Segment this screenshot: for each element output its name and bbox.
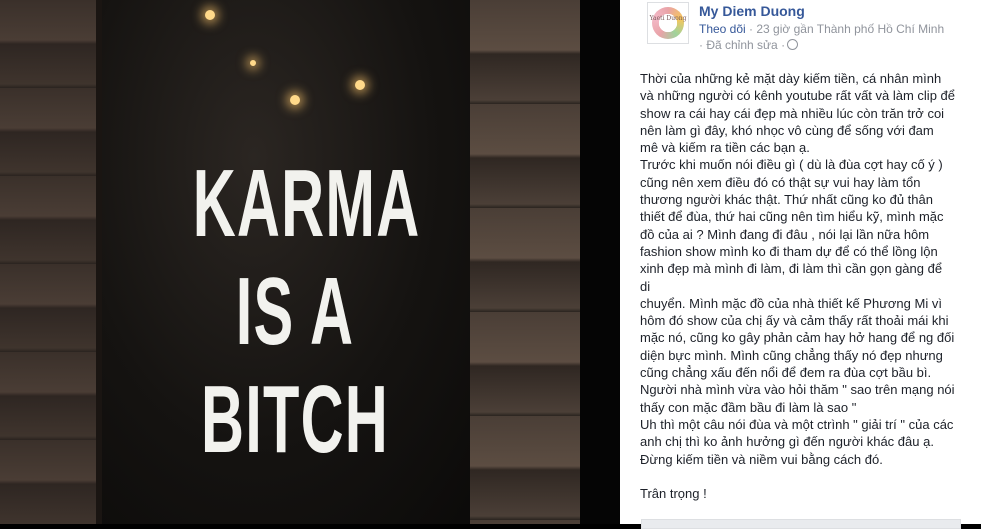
sign-line-2: IS A [235, 258, 355, 365]
post-line: Người nhà mình vừa vào hỏi thăm " sao tr… [640, 382, 955, 398]
post-line: thiết để đùa, thứ hai cũng nên tìm hiểu … [640, 209, 944, 225]
post-line: hôm đó show của chị ấy và cảm thấy rất t… [640, 313, 949, 329]
post-photo[interactable]: KARMA IS A BITCH [0, 0, 580, 524]
post-line: cũng chẳng xấu đến nổi để đem ra đùa cợt… [640, 365, 932, 381]
ceiling-light [355, 80, 365, 90]
avatar-label: Yaeti Dưong [649, 15, 687, 22]
post-line: thấy con mặc đầm bầu đi làm là sao " [640, 399, 857, 415]
post-line: show ra cái hay cái đẹp mà nhiều lúc còn… [640, 105, 945, 121]
post-line: và những người có kênh youtube rất vất v… [640, 88, 955, 104]
post-line: thương người khác thật. Thứ nhất cũng ko… [640, 192, 933, 208]
post-line: mặc nó, cũng ko gây phản cảm hay hở hang… [640, 330, 955, 346]
sign-text: KARMA IS A BITCH [130, 150, 460, 474]
post-line: xinh đẹp mà mình đi làm, đi làm thì cần … [640, 261, 943, 294]
flower-wreath-icon [652, 7, 684, 39]
edited-label[interactable]: · Đã chỉnh sửa · [699, 38, 785, 52]
post-meta: Theo dõi · 23 giờ gần Thành phố Hồ Chí M… [699, 22, 944, 36]
post-line: Trước khi muốn nói điều gì ( dù là đùa c… [640, 157, 943, 173]
post-line: chuyển. Mình mặc đồ của nhà thiết kế Phư… [640, 295, 942, 311]
post-line: đồ của ai ? Mình đang đi đâu , nói lại l… [640, 226, 930, 242]
avatar[interactable]: Yaeti Dưong [647, 2, 689, 44]
post-signoff: Trân trọng ! [640, 485, 707, 501]
post-body: Thời của những kẻ mặt dày kiếm tiền, cá … [640, 70, 955, 502]
ceiling-light [250, 60, 256, 66]
globe-icon[interactable] [787, 39, 799, 50]
post-line: mê và kiếm ra tiền các bạn ạ. [640, 140, 810, 156]
post-line: Đừng kiếm tiền và niềm vui bằng cách đó. [640, 451, 883, 467]
follow-link[interactable]: Theo dõi [699, 22, 746, 36]
sign-line-3: BITCH [200, 366, 390, 473]
post-line: cũng nên xem điều đó có thật sự vui hay … [640, 174, 921, 190]
ceiling-light [205, 10, 215, 20]
post-line: Uh thì một câu nói đùa và một ctrình " g… [640, 416, 954, 432]
stone-pillar-left [0, 0, 100, 524]
time-location[interactable]: · 23 giờ gần Thành phố Hồ Chí Minh [749, 22, 944, 36]
attachment-card[interactable] [641, 519, 961, 529]
photo-viewer: KARMA IS A BITCH [0, 0, 620, 524]
post-line: diện bực mình. Mình cũng chẳng thấy nó đ… [640, 347, 943, 363]
sign-line-1: KARMA [192, 150, 421, 257]
post-meta-edited: · Đã chỉnh sửa · [699, 38, 799, 52]
post-line: nên làm gì đây, khó nhọc vô cùng để sống… [640, 122, 934, 138]
ceiling-light [290, 95, 300, 105]
post-line: fashion show mình ko đi tham dự để có th… [640, 243, 938, 259]
author-name[interactable]: My Diem Duong [699, 3, 805, 19]
post-line: anh chị thì ko ảnh hưởng gì đến người kh… [640, 434, 934, 450]
stone-pillar-right [470, 0, 580, 524]
post-line: Thời của những kẻ mặt dày kiếm tiền, cá … [640, 71, 942, 86]
